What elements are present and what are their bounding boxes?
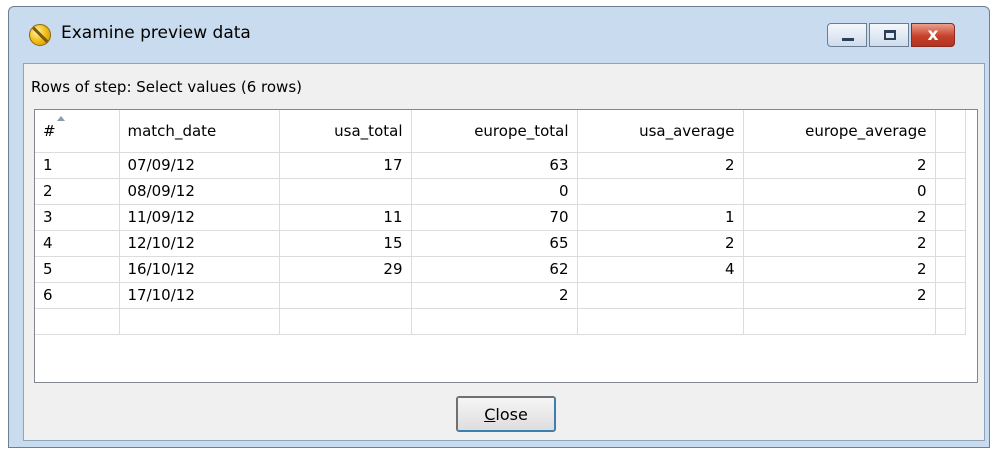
cell-match-date: 12/10/12: [119, 230, 280, 257]
data-table: # match_date usa_total europe_total usa_…: [35, 110, 966, 335]
column-header-usa-total[interactable]: usa_total: [279, 110, 412, 153]
cell-match-date: 11/09/12: [119, 204, 280, 231]
cell-usa-total: [279, 282, 412, 309]
maximize-button[interactable]: [869, 23, 909, 47]
maximize-icon: [884, 30, 896, 40]
sort-ascending-icon: [57, 116, 65, 121]
preview-table[interactable]: # match_date usa_total europe_total usa_…: [34, 109, 978, 383]
cell-usa-average: 2: [577, 152, 744, 179]
table-row[interactable]: 4 12/10/12 15 65 2 2: [35, 230, 966, 257]
close-button-label: lose: [495, 404, 528, 424]
close-button[interactable]: Close: [456, 396, 556, 432]
cell-europe-average: 2: [743, 282, 936, 309]
cell-filler: [935, 152, 966, 179]
cell-usa-total: 17: [279, 152, 412, 179]
cell-usa-total: [279, 178, 412, 205]
cell-index: 2: [35, 178, 120, 205]
cell-filler: [935, 282, 966, 309]
cell-index: 4: [35, 230, 120, 257]
cell-filler: [935, 204, 966, 231]
table-row[interactable]: 3 11/09/12 11 70 1 2: [35, 204, 966, 231]
cell-usa-average: [577, 178, 744, 205]
cell-usa-average: [577, 282, 744, 309]
cell-europe-total: 63: [411, 152, 578, 179]
cell-index: 5: [35, 256, 120, 283]
minimize-button[interactable]: [827, 23, 867, 47]
cell-europe-total: 2: [411, 282, 578, 309]
column-header-usa-average[interactable]: usa_average: [577, 110, 744, 153]
cell-europe-average: 2: [743, 204, 936, 231]
cell-usa-average: 4: [577, 256, 744, 283]
cell-europe-total: 70: [411, 204, 578, 231]
column-header-index[interactable]: #: [35, 110, 120, 153]
empty-row: [35, 308, 966, 335]
cell-europe-total: 0: [411, 178, 578, 205]
cell-filler: [935, 178, 966, 205]
close-icon: x: [927, 25, 939, 45]
cell-usa-total: 11: [279, 204, 412, 231]
header-row: # match_date usa_total europe_total usa_…: [35, 110, 966, 153]
rows-label: Rows of step: Select values (6 rows): [31, 78, 302, 96]
cell-usa-total: 15: [279, 230, 412, 257]
table-row[interactable]: 6 17/10/12 2 2: [35, 282, 966, 309]
cell-europe-average: 2: [743, 230, 936, 257]
table-row[interactable]: 1 07/09/12 17 63 2 2: [35, 152, 966, 179]
column-header-europe-average[interactable]: europe_average: [743, 110, 936, 153]
column-header-match-date[interactable]: match_date: [119, 110, 280, 153]
cell-filler: [935, 230, 966, 257]
cell-usa-average: 2: [577, 230, 744, 257]
table-row[interactable]: 5 16/10/12 29 62 4 2: [35, 256, 966, 283]
dialog-window: Examine preview data x Rows of step: Sel…: [8, 6, 990, 448]
cell-index: 3: [35, 204, 120, 231]
cell-europe-average: 2: [743, 256, 936, 283]
cell-index: 1: [35, 152, 120, 179]
table-row[interactable]: 2 08/09/12 0 0: [35, 178, 966, 205]
spoon-icon: [29, 24, 51, 46]
title-bar[interactable]: Examine preview data x: [9, 7, 989, 63]
cell-match-date: 17/10/12: [119, 282, 280, 309]
cell-europe-total: 62: [411, 256, 578, 283]
cell-usa-total: 29: [279, 256, 412, 283]
close-window-button[interactable]: x: [911, 23, 955, 47]
column-header-filler: [935, 110, 966, 153]
dialog-body: Rows of step: Select values (6 rows) # m…: [23, 63, 985, 441]
cell-filler: [935, 256, 966, 283]
cell-europe-total: 65: [411, 230, 578, 257]
minimize-icon: [842, 38, 854, 41]
cell-europe-average: 2: [743, 152, 936, 179]
window-title: Examine preview data: [61, 23, 251, 43]
column-header-europe-total[interactable]: europe_total: [411, 110, 578, 153]
cell-match-date: 16/10/12: [119, 256, 280, 283]
cell-europe-average: 0: [743, 178, 936, 205]
cell-match-date: 07/09/12: [119, 152, 280, 179]
cell-usa-average: 1: [577, 204, 744, 231]
cell-match-date: 08/09/12: [119, 178, 280, 205]
cell-index: 6: [35, 282, 120, 309]
close-button-mnemonic: C: [484, 404, 496, 424]
